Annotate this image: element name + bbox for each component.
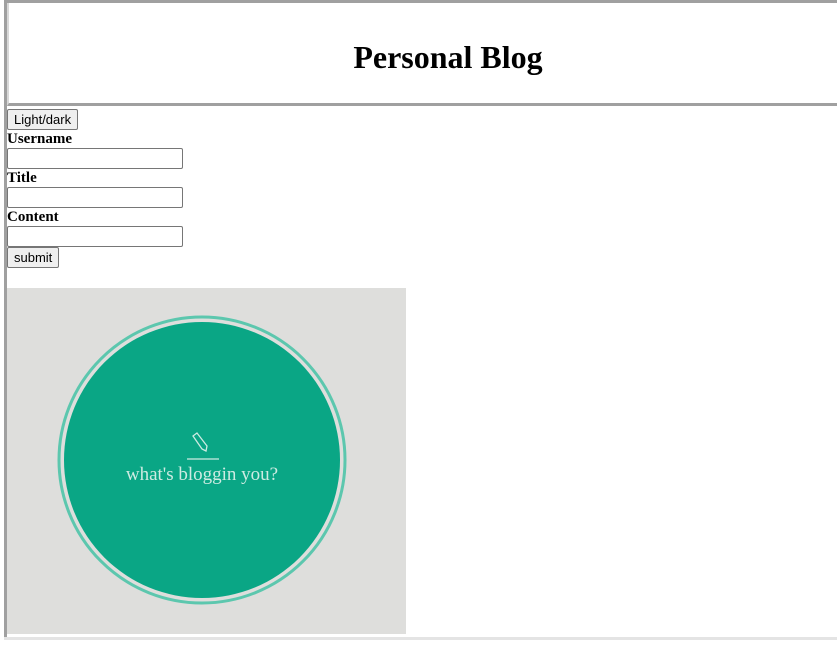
logo-circle [64,322,340,598]
page-header: Personal Blog [7,3,837,106]
bottom-divider [4,637,837,640]
logo-text: what's bloggin you? [126,464,278,485]
username-input[interactable] [7,148,183,169]
username-label: Username [7,131,72,147]
blog-logo-image: what's bloggin you? [7,288,406,634]
content-label: Content [7,209,59,225]
content-input[interactable] [7,226,183,247]
page-title: Personal Blog [353,39,543,75]
submit-button[interactable]: submit [7,247,60,268]
blog-logo-graphic: what's bloggin you? [57,315,347,605]
title-input[interactable] [7,187,183,208]
light-dark-toggle-button[interactable]: Light/dark [7,109,79,130]
title-label: Title [7,170,37,186]
